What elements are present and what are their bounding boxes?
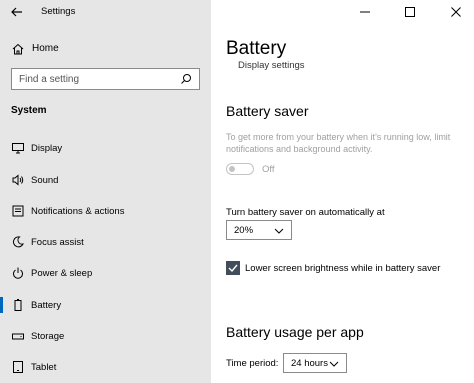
home-label: Home: [32, 43, 59, 54]
sidebar-item-display[interactable]: Display: [0, 134, 211, 162]
lower-brightness-label: Lower screen brightness while in battery…: [245, 263, 441, 274]
sidebar-item-label: Focus assist: [31, 237, 84, 248]
sidebar-item-label: Storage: [31, 331, 65, 342]
sidebar-item-label: Battery: [31, 300, 62, 311]
home-nav[interactable]: Home: [0, 38, 211, 60]
toggle-state-label: Off: [262, 164, 275, 175]
time-period-dropdown[interactable]: 24 hours: [283, 353, 347, 373]
battery-saver-toggle[interactable]: [226, 163, 254, 175]
time-period-label: Time period:: [226, 358, 279, 369]
sidebar-item-label: Sound: [31, 175, 59, 186]
sidebar-item-storage[interactable]: Storage: [0, 322, 211, 350]
battery-icon: [14, 299, 22, 311]
tablet-icon: [13, 361, 23, 373]
storage-icon: [12, 333, 24, 340]
sidebar-item-label: Tablet: [31, 362, 57, 373]
checkmark-icon: [228, 264, 238, 273]
auto-on-threshold-dropdown[interactable]: 20%: [226, 220, 292, 240]
battery-usage-heading: Battery usage per app: [226, 324, 364, 340]
battery-saver-heading: Battery saver: [226, 103, 309, 119]
window-title: Settings: [41, 6, 76, 17]
search-input[interactable]: Find a setting: [11, 68, 200, 90]
sound-icon: [12, 174, 24, 186]
home-icon: [12, 43, 24, 55]
search-placeholder: Find a setting: [19, 74, 80, 85]
section-heading: System: [11, 105, 47, 116]
back-button[interactable]: [8, 3, 26, 21]
auto-on-label: Turn battery saver on automatically at: [226, 207, 385, 218]
power-icon: [13, 267, 23, 279]
dropdown-value: 20%: [234, 225, 254, 236]
minimize-icon[interactable]: [359, 6, 371, 18]
dropdown-value: 24 hours: [291, 358, 328, 369]
maximize-icon[interactable]: [404, 6, 416, 18]
page-title: Battery: [226, 38, 287, 59]
chevron-down-icon: [274, 228, 284, 234]
lower-brightness-checkbox[interactable]: [226, 261, 240, 275]
back-arrow-icon: [11, 7, 22, 17]
chevron-down-icon: [329, 361, 339, 367]
sidebar-item-sound[interactable]: Sound: [0, 166, 211, 194]
display-icon: [12, 143, 24, 154]
sidebar-item-label: Display: [31, 143, 63, 154]
battery-saver-description: To get more from your battery when it's …: [226, 132, 451, 154]
focus-assist-icon: [12, 236, 24, 248]
sidebar-item-notifications[interactable]: Notifications & actions: [0, 197, 211, 225]
window-controls: [324, 0, 474, 24]
title-bar: Settings: [0, 0, 211, 24]
sidebar-item-tablet[interactable]: Tablet: [0, 353, 211, 381]
search-icon[interactable]: [180, 73, 192, 85]
sidebar-item-battery[interactable]: Battery: [0, 291, 211, 319]
toggle-knob: [229, 166, 235, 172]
sidebar-item-label: Notifications & actions: [31, 206, 125, 217]
sidebar-item-power[interactable]: Power & sleep: [0, 259, 211, 287]
close-icon[interactable]: [450, 6, 462, 18]
display-settings-link[interactable]: Display settings: [238, 60, 305, 71]
sidebar-item-label: Power & sleep: [31, 268, 93, 279]
active-indicator: [0, 297, 3, 313]
sidebar: Settings Home Find a setting System Disp…: [0, 0, 211, 383]
notifications-icon: [12, 205, 24, 217]
sidebar-item-focus-assist[interactable]: Focus assist: [0, 228, 211, 256]
